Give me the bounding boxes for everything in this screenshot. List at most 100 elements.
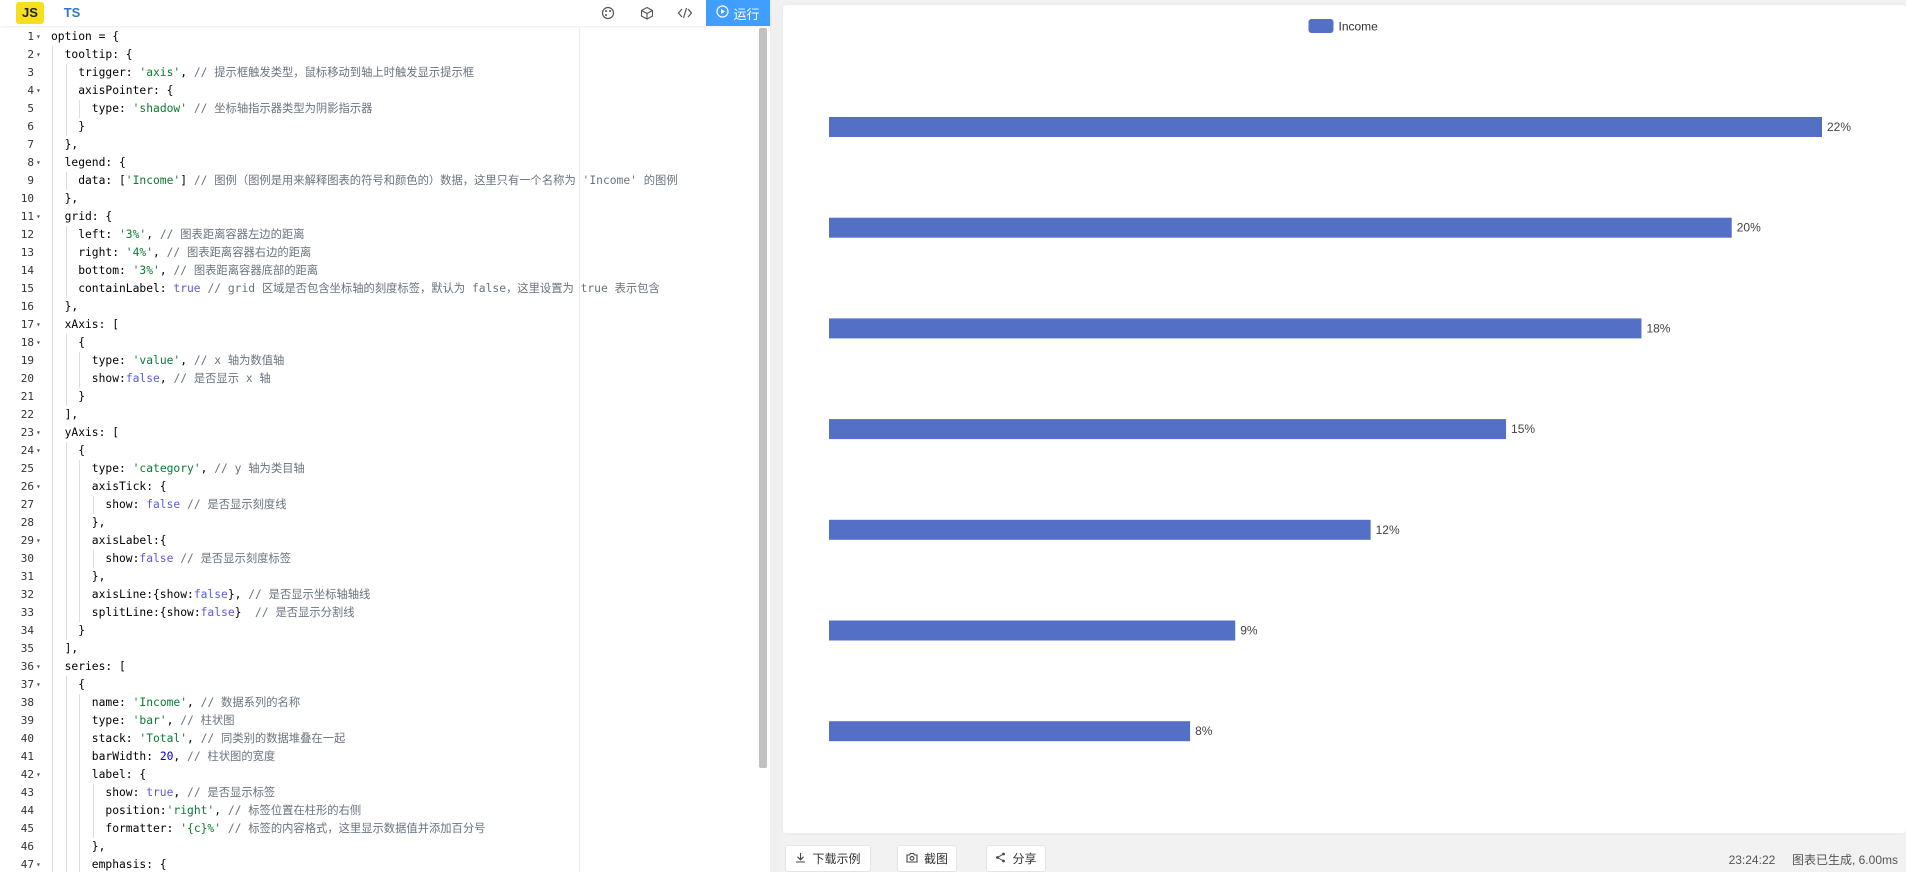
code-line[interactable]: 21} xyxy=(0,388,760,406)
line-number: 40 xyxy=(20,732,34,745)
code-line[interactable]: 34} xyxy=(0,622,760,640)
code-line[interactable]: 47 ▾ emphasis: { xyxy=(0,856,760,872)
code-line[interactable]: 20 show:false, // 是否显示 x 轴 xyxy=(0,370,760,388)
tab-js[interactable]: JS xyxy=(16,2,44,24)
indent-guide xyxy=(52,370,53,388)
fold-toggle-icon[interactable]: ▾ xyxy=(36,532,46,550)
code-line[interactable]: 41 barWidth: 20, // 柱状图的宽度 xyxy=(0,748,760,766)
code-line[interactable]: 36 ▾ series: [ xyxy=(0,658,760,676)
fold-toggle-icon[interactable]: ▾ xyxy=(36,766,46,784)
fold-toggle-icon[interactable]: ▾ xyxy=(36,856,46,872)
fold-toggle-icon[interactable]: ▾ xyxy=(36,316,46,334)
indent-guide xyxy=(79,496,81,514)
fold-toggle-icon[interactable]: ▾ xyxy=(36,28,46,46)
code-line[interactable]: 29 ▾ axisLabel:{ xyxy=(0,532,760,550)
code-line[interactable]: 31}, xyxy=(0,568,760,586)
code-line[interactable]: 4 ▾ axisPointer: { xyxy=(0,82,760,100)
code-line[interactable]: 22], xyxy=(0,406,760,424)
code-line[interactable]: 44 position:'right', // 标签位置在柱形的右侧 xyxy=(0,802,760,820)
run-label: 运行 xyxy=(733,6,760,22)
code-line[interactable]: 37 ▾ { xyxy=(0,676,760,694)
code-text: position:'right', // 标签位置在柱形的右侧 xyxy=(105,802,361,820)
code-token: // 柱状图 xyxy=(180,714,235,727)
code-line[interactable]: 15 containLabel: true // grid 区域是否包含坐标轴的刻… xyxy=(0,280,760,298)
bar-value-label: 22% xyxy=(1827,120,1851,134)
line-number: 42 xyxy=(20,768,34,781)
code-line[interactable]: 12 left: '3%', // 图表距离容器左边的距离 xyxy=(0,226,760,244)
code-line[interactable]: 10}, xyxy=(0,190,760,208)
code-line[interactable]: 27 show: false // 是否显示刻度线 xyxy=(0,496,760,514)
legend-label[interactable]: Income xyxy=(1339,20,1379,34)
code-line[interactable]: 26 ▾ axisTick: { xyxy=(0,478,760,496)
code-line[interactable]: 35], xyxy=(0,640,760,658)
code-token: , xyxy=(159,264,174,277)
fold-toggle-icon[interactable]: ▾ xyxy=(36,154,46,172)
code-line[interactable]: 7}, xyxy=(0,136,760,154)
fold-toggle-icon[interactable]: ▾ xyxy=(36,424,46,442)
code-line[interactable]: 30 show:false // 是否显示刻度标签 xyxy=(0,550,760,568)
code-area[interactable]: 1 ▾ option = {2 ▾ tooltip: {3 trigger: 'axis'… xyxy=(0,28,760,872)
code-line[interactable]: 40 stack: 'Total', // 同类别的数据堆叠在一起 xyxy=(0,730,760,748)
code-line[interactable]: 46}, xyxy=(0,838,760,856)
tab-ts[interactable]: TS xyxy=(58,2,86,24)
fold-toggle-icon[interactable]: ▾ xyxy=(36,46,46,64)
fold-toggle-icon[interactable]: ▾ xyxy=(36,208,46,226)
code-line[interactable]: 8 ▾ legend: { xyxy=(0,154,760,172)
code-line[interactable]: 42 ▾ label: { xyxy=(0,766,760,784)
bar[interactable] xyxy=(829,620,1236,641)
code-line[interactable]: 43 show: true, // 是否显示标签 xyxy=(0,784,760,802)
share-button[interactable]: 分享 xyxy=(986,845,1046,872)
fold-toggle-icon[interactable]: ▾ xyxy=(36,676,46,694)
legend-swatch[interactable] xyxy=(1308,19,1334,33)
code-line[interactable]: 45 formatter: '{c}%' // 标签的内容格式，这里显示数据值并添… xyxy=(0,820,760,838)
code-line[interactable]: 32 axisLine:{show:false}, // 是否显示坐标轴轴线 xyxy=(0,586,760,604)
code-line[interactable]: 2 ▾ tooltip: { xyxy=(0,46,760,64)
indent-guide xyxy=(52,316,53,334)
code-line[interactable]: 9 data: ['Income'] // 图例（图例是用来解释图表的符号和颜色的… xyxy=(0,172,760,190)
run-button[interactable]: 运行 xyxy=(706,0,770,26)
code-line[interactable]: 11 ▾ grid: { xyxy=(0,208,760,226)
code-line[interactable]: 19 type: 'value', // x 轴为数值轴 xyxy=(0,352,760,370)
line-number: 22 xyxy=(20,408,34,421)
bar[interactable] xyxy=(829,217,1732,238)
code-line[interactable]: 39 type: 'bar', // 柱状图 xyxy=(0,712,760,730)
code-line[interactable]: 33 splitLine:{show:false} // 是否显示分割线 xyxy=(0,604,760,622)
code-icon[interactable] xyxy=(675,3,695,23)
pane-splitter[interactable] xyxy=(770,0,780,872)
bar[interactable] xyxy=(829,318,1642,339)
download-example-button[interactable]: 下载示例 xyxy=(785,845,871,872)
fold-toggle-icon[interactable]: ▾ xyxy=(36,334,46,352)
code-line[interactable]: 1 ▾ option = { xyxy=(0,28,760,46)
indent-guide xyxy=(79,352,81,370)
code-line[interactable]: 13 right: '4%', // 图表距离容器右边的距离 xyxy=(0,244,760,262)
bar[interactable] xyxy=(829,117,1822,137)
editor-scrollbar[interactable] xyxy=(759,28,767,768)
code-line[interactable]: 25 type: 'category', // y 轴为类目轴 xyxy=(0,460,760,478)
code-line[interactable]: 3 trigger: 'axis', // 提示框触发类型，鼠标移动到轴上时触发显… xyxy=(0,64,760,82)
code-line[interactable]: 38 name: 'Income', // 数据系列的名称 xyxy=(0,694,760,712)
fold-toggle-icon[interactable]: ▾ xyxy=(36,82,46,100)
indent-guide xyxy=(65,514,67,532)
code-line[interactable]: 24 ▾ { xyxy=(0,442,760,460)
bar[interactable] xyxy=(829,419,1507,440)
bar[interactable] xyxy=(829,519,1371,540)
indent-guide xyxy=(52,46,53,64)
indent-guide xyxy=(79,784,81,802)
fold-toggle-icon[interactable]: ▾ xyxy=(36,658,46,676)
code-token: // y 轴为类目轴 xyxy=(214,462,305,475)
code-text: type: 'bar', // 柱状图 xyxy=(92,712,235,730)
code-line[interactable]: 5 type: 'shadow' // 坐标轴指示器类型为阴影指示器 xyxy=(0,100,760,118)
bar[interactable] xyxy=(829,721,1191,742)
code-line[interactable]: 14 bottom: '3%', // 图表距离容器底部的距离 xyxy=(0,262,760,280)
fold-toggle-icon[interactable]: ▾ xyxy=(36,478,46,496)
code-line[interactable]: 6} xyxy=(0,118,760,136)
code-line[interactable]: 17 ▾ xAxis: [ xyxy=(0,316,760,334)
code-line[interactable]: 28}, xyxy=(0,514,760,532)
code-line[interactable]: 23 ▾ yAxis: [ xyxy=(0,424,760,442)
screenshot-button[interactable]: 截图 xyxy=(897,845,957,872)
code-line[interactable]: 16}, xyxy=(0,298,760,316)
fold-toggle-icon[interactable]: ▾ xyxy=(36,442,46,460)
cube-icon[interactable] xyxy=(637,3,657,23)
code-line[interactable]: 18 ▾ { xyxy=(0,334,760,352)
palette-icon[interactable] xyxy=(598,3,618,23)
